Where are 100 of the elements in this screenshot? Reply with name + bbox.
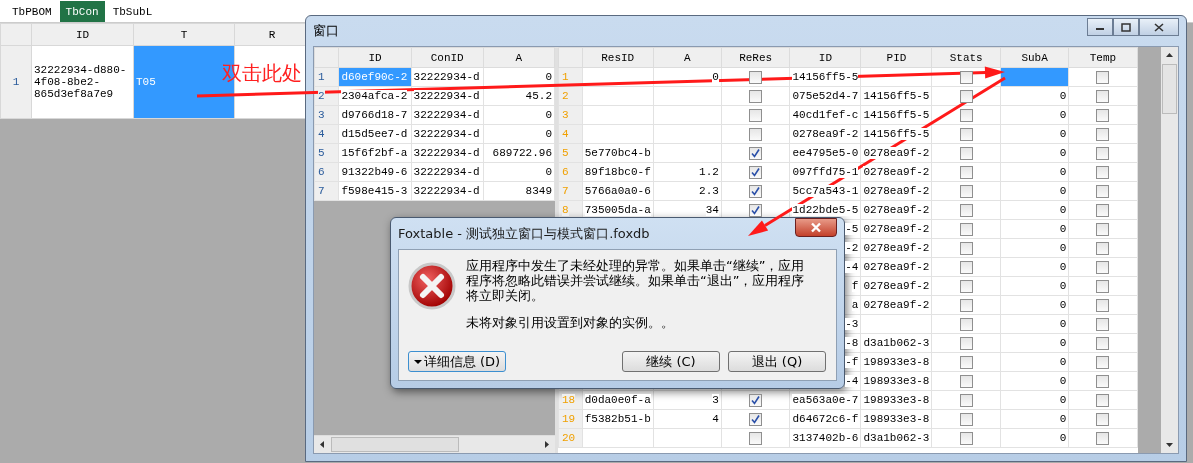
column-header: Stats	[931, 47, 1001, 68]
column-header: Temp	[1068, 47, 1138, 68]
checkbox[interactable]	[749, 203, 763, 217]
checkbox[interactable]	[959, 184, 973, 198]
tab[interactable]: TbCon	[59, 1, 105, 22]
checkbox[interactable]	[959, 298, 973, 312]
window-title: 窗口	[313, 22, 339, 40]
dialog-button[interactable]: 退出 (Q)	[728, 351, 826, 372]
checkbox[interactable]	[959, 260, 973, 274]
column-header: ResID	[582, 47, 654, 68]
checkbox[interactable]	[959, 222, 973, 236]
details-button[interactable]: 详细信息 (D)	[408, 351, 506, 372]
row-number: 7	[318, 185, 325, 197]
error-detail: 未将对象引用设置到对象的实例。。	[466, 315, 675, 330]
checkbox[interactable]	[1096, 279, 1110, 293]
checkbox[interactable]	[959, 108, 973, 122]
row-number: 3	[318, 109, 325, 121]
checkbox[interactable]	[749, 146, 763, 160]
checkbox[interactable]	[1096, 108, 1110, 122]
checkbox[interactable]	[959, 336, 973, 350]
checkbox[interactable]	[749, 165, 763, 179]
checkbox[interactable]	[959, 393, 973, 407]
close-icon	[1154, 22, 1164, 32]
row-number: 6	[318, 166, 325, 178]
checkbox[interactable]	[749, 184, 763, 198]
row-number: 5	[318, 147, 325, 159]
checkbox[interactable]	[959, 127, 973, 141]
checkbox[interactable]	[959, 146, 973, 160]
row-number: 1	[562, 71, 569, 83]
checkbox[interactable]	[959, 165, 973, 179]
row-number: 1	[318, 71, 325, 83]
checkbox[interactable]	[1096, 70, 1110, 84]
checkbox[interactable]	[959, 241, 973, 255]
checkbox[interactable]	[1096, 165, 1110, 179]
checkbox[interactable]	[1096, 241, 1110, 255]
column-header: SubA	[1000, 47, 1069, 68]
scroll-thumb[interactable]	[1162, 64, 1178, 114]
checkbox[interactable]	[1096, 260, 1110, 274]
row-number: 4	[562, 128, 569, 140]
row-number: 5	[562, 147, 569, 159]
checkbox[interactable]	[749, 393, 763, 407]
scroll-thumb[interactable]	[331, 437, 459, 452]
maximize-icon	[1121, 22, 1131, 32]
row-number: 7	[562, 185, 569, 197]
column-header: A	[483, 47, 555, 68]
checkbox[interactable]	[749, 89, 763, 103]
row-number: 2	[318, 90, 325, 102]
checkbox[interactable]	[749, 70, 763, 84]
vertical-scrollbar[interactable]	[1161, 47, 1178, 453]
row-number: 3	[562, 109, 569, 121]
checkbox[interactable]	[1096, 412, 1110, 426]
row-number: 6	[562, 166, 569, 178]
row-number: 18	[562, 394, 576, 406]
column-header: PID	[860, 47, 932, 68]
checkbox[interactable]	[1096, 127, 1110, 141]
checkbox[interactable]	[1096, 431, 1110, 445]
checkbox[interactable]	[959, 317, 973, 331]
checkbox[interactable]	[959, 431, 973, 445]
checkbox[interactable]	[749, 108, 763, 122]
dialog-button[interactable]: 继续 (C)	[622, 351, 720, 372]
column-header: T	[133, 23, 235, 46]
error-icon	[408, 262, 456, 310]
checkbox[interactable]	[1096, 317, 1110, 331]
checkbox[interactable]	[749, 431, 763, 445]
horizontal-scrollbar[interactable]	[314, 435, 555, 453]
checkbox[interactable]	[959, 89, 973, 103]
checkbox[interactable]	[1096, 203, 1110, 217]
column-header: A	[653, 47, 722, 68]
checkbox[interactable]	[959, 203, 973, 217]
row-number: 4	[318, 128, 325, 140]
row-number: 2	[562, 90, 569, 102]
checkbox[interactable]	[1096, 298, 1110, 312]
checkbox[interactable]	[1096, 336, 1110, 350]
checkbox[interactable]	[959, 355, 973, 369]
checkbox[interactable]	[1096, 374, 1110, 388]
maximize-button[interactable]	[1113, 18, 1139, 36]
row-number: 8	[562, 204, 569, 216]
checkbox[interactable]	[1096, 146, 1110, 160]
checkbox[interactable]	[1096, 393, 1110, 407]
checkbox[interactable]	[749, 127, 763, 141]
close-icon	[810, 222, 822, 233]
row-number: 19	[562, 413, 576, 425]
column-header: ConID	[411, 47, 484, 68]
close-button[interactable]	[795, 218, 837, 237]
checkbox[interactable]	[1096, 222, 1110, 236]
column-header: ReRes	[721, 47, 790, 68]
checkbox[interactable]	[1096, 355, 1110, 369]
column-header: ID	[31, 23, 134, 46]
minimize-button[interactable]	[1087, 18, 1113, 36]
checkbox[interactable]	[1096, 184, 1110, 198]
checkbox[interactable]	[959, 70, 973, 84]
close-button[interactable]	[1139, 18, 1179, 36]
checkbox[interactable]	[959, 279, 973, 293]
checkbox[interactable]	[959, 412, 973, 426]
column-header: ID	[789, 47, 861, 68]
caret-icon	[413, 358, 422, 365]
checkbox[interactable]	[1096, 89, 1110, 103]
checkbox[interactable]	[959, 374, 973, 388]
checkbox[interactable]	[749, 412, 763, 426]
table-cell: 32222934-d880-4f08-8be2-865d3ef8a7e9	[31, 45, 134, 119]
